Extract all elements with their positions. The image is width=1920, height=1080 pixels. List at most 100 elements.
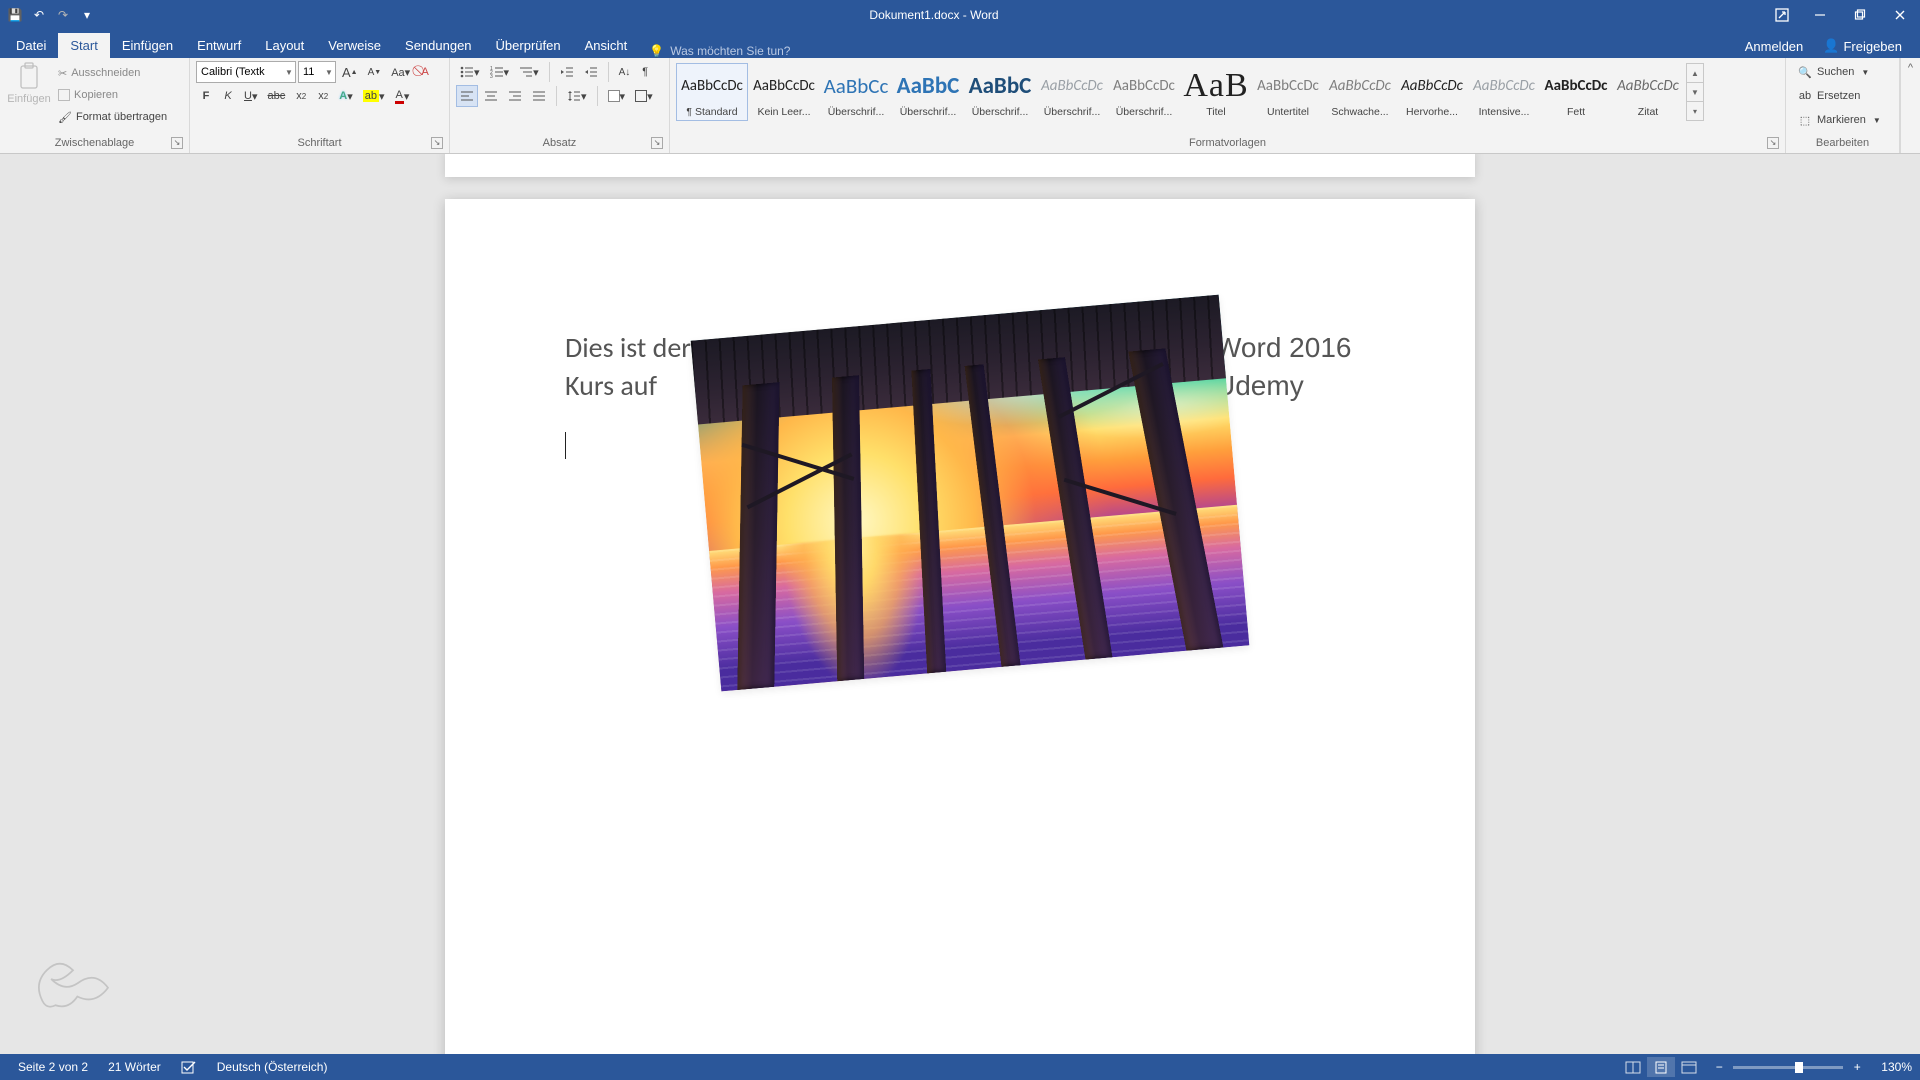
print-layout-button[interactable]	[1647, 1057, 1675, 1077]
minimize-button[interactable]	[1800, 0, 1840, 30]
multilevel-list-button[interactable]: ▾	[515, 61, 543, 83]
align-center-button[interactable]	[480, 85, 502, 107]
style-u4[interactable]: AaBbCcDcÜberschrif...	[1036, 63, 1108, 121]
tab-sendungen[interactable]: Sendungen	[393, 33, 484, 58]
borders-button[interactable]: ▾	[631, 85, 657, 107]
paste-button[interactable]: Einfügen	[6, 61, 52, 107]
font-size-combo[interactable]: ▼	[298, 61, 336, 83]
style-hervorhe[interactable]: AaBbCcDcHervorhe...	[1396, 63, 1468, 121]
style-u1[interactable]: AaBbCcÜberschrif...	[820, 63, 892, 121]
line-spacing-button[interactable]: ▾	[563, 85, 591, 107]
inserted-image[interactable]	[691, 295, 1250, 692]
styles-launcher-icon[interactable]: ↘	[1767, 137, 1779, 149]
text-effects-button[interactable]: A▾	[335, 85, 356, 107]
redo-icon[interactable]: ↷	[52, 4, 74, 26]
chevron-down-icon[interactable]: ▼	[1687, 82, 1703, 101]
tab-einfuegen[interactable]: Einfügen	[110, 33, 185, 58]
page[interactable]: Dies ist der Kurs auf Word 2016 Udemy	[445, 199, 1475, 1054]
collapse-ribbon-button[interactable]: ^	[1900, 58, 1920, 153]
close-button[interactable]	[1880, 0, 1920, 30]
decrease-indent-button[interactable]	[556, 61, 578, 83]
body-text-left[interactable]: Dies ist der Kurs auf	[565, 329, 705, 405]
paragraph-launcher-icon[interactable]: ↘	[651, 137, 663, 149]
page-indicator[interactable]: Seite 2 von 2	[8, 1060, 98, 1074]
font-color-button[interactable]: A▾	[391, 85, 414, 107]
style-zitat[interactable]: AaBbCcDcZitat	[1612, 63, 1684, 121]
tab-ueberpruefen[interactable]: Überprüfen	[484, 33, 573, 58]
ribbon-display-options-icon[interactable]	[1770, 3, 1794, 27]
tell-me-search[interactable]: 💡 Was möchten Sie tun?	[649, 44, 790, 58]
highlight-button[interactable]: ab▾	[359, 85, 389, 107]
tab-ansicht[interactable]: Ansicht	[573, 33, 640, 58]
share-button[interactable]: 👤 Freigeben	[1813, 34, 1912, 58]
undo-icon[interactable]: ↶	[28, 4, 50, 26]
style-titel[interactable]: AaBTitel	[1180, 63, 1252, 121]
clipboard-launcher-icon[interactable]: ↘	[171, 137, 183, 149]
show-marks-button[interactable]: ¶	[636, 61, 654, 83]
style-kein-leer[interactable]: AaBbCcDcKein Leer...	[748, 63, 820, 121]
web-layout-button[interactable]	[1675, 1057, 1703, 1077]
strikethrough-button[interactable]: abc	[263, 85, 289, 107]
body-text-right[interactable]: Word 2016 Udemy	[1215, 329, 1355, 405]
read-mode-button[interactable]	[1619, 1057, 1647, 1077]
align-right-button[interactable]	[504, 85, 526, 107]
italic-button[interactable]: K	[218, 85, 238, 107]
style-intensive[interactable]: AaBbCcDcIntensive...	[1468, 63, 1540, 121]
align-left-button[interactable]	[456, 85, 478, 107]
style-untertitel[interactable]: AaBbCcDcUntertitel	[1252, 63, 1324, 121]
zoom-level[interactable]: 130%	[1871, 1060, 1912, 1074]
language-indicator[interactable]: Deutsch (Österreich)	[207, 1060, 338, 1074]
style-standard[interactable]: AaBbCcDc¶ Standard	[676, 63, 748, 121]
bullets-button[interactable]: ▾	[456, 61, 484, 83]
clear-formatting-button[interactable]: A⃠	[416, 61, 434, 83]
tab-file[interactable]: Datei	[4, 33, 58, 58]
superscript-button[interactable]: x2	[313, 85, 333, 107]
proofing-icon[interactable]	[171, 1060, 207, 1074]
font-launcher-icon[interactable]: ↘	[431, 137, 443, 149]
style-u3[interactable]: AaBbCÜberschrif...	[964, 63, 1036, 121]
font-name-input[interactable]	[197, 66, 283, 78]
increase-indent-button[interactable]	[580, 61, 602, 83]
shading-button[interactable]: ▾	[604, 85, 630, 107]
sort-button[interactable]: A↓	[615, 61, 635, 83]
maximize-button[interactable]	[1840, 0, 1880, 30]
zoom-in-button[interactable]: +	[1849, 1060, 1865, 1074]
tab-verweise[interactable]: Verweise	[316, 33, 393, 58]
zoom-slider[interactable]	[1733, 1066, 1843, 1069]
grow-font-button[interactable]: A▲	[338, 61, 362, 83]
bold-button[interactable]: F	[196, 85, 216, 107]
tab-entwurf[interactable]: Entwurf	[185, 33, 253, 58]
copy-button[interactable]: Kopieren	[54, 85, 171, 105]
styles-more-button[interactable]: ▲▼▾	[1686, 63, 1704, 121]
style-u2[interactable]: AaBbCÜberschrif...	[892, 63, 964, 121]
shrink-font-button[interactable]: A▼	[364, 61, 386, 83]
subscript-button[interactable]: x2	[291, 85, 311, 107]
document-area[interactable]: Dies ist der Kurs auf Word 2016 Udemy	[0, 154, 1920, 1054]
find-button[interactable]: 🔍Suchen▼	[1792, 61, 1893, 83]
style-fett[interactable]: AaBbCcDcFett	[1540, 63, 1612, 121]
justify-button[interactable]	[528, 85, 550, 107]
format-painter-button[interactable]: 🖌 Format übertragen	[54, 107, 171, 127]
change-case-button[interactable]: Aa▾	[387, 61, 414, 83]
tab-layout[interactable]: Layout	[253, 33, 316, 58]
styles-gallery[interactable]: AaBbCcDc¶ StandardAaBbCcDcKein Leer...Aa…	[676, 61, 1779, 121]
replace-button[interactable]: abErsetzen	[1792, 85, 1893, 107]
style-u5[interactable]: AaBbCcDcÜberschrif...	[1108, 63, 1180, 121]
underline-button[interactable]: U▾	[240, 85, 261, 107]
save-icon[interactable]: 💾	[4, 4, 26, 26]
cut-button[interactable]: ✂ Ausschneiden	[54, 63, 171, 83]
numbering-button[interactable]: 123▾	[486, 61, 514, 83]
zoom-out-button[interactable]: −	[1711, 1060, 1727, 1074]
signin-button[interactable]: Anmelden	[1735, 35, 1814, 58]
chevron-down-icon[interactable]: ▼	[283, 68, 295, 77]
word-count[interactable]: 21 Wörter	[98, 1060, 171, 1074]
chevron-down-icon[interactable]: ▼	[323, 68, 335, 77]
style-schwache[interactable]: AaBbCcDcSchwache...	[1324, 63, 1396, 121]
tab-start[interactable]: Start	[58, 33, 109, 58]
font-name-combo[interactable]: ▼	[196, 61, 296, 83]
font-size-input[interactable]	[299, 66, 323, 78]
select-button[interactable]: ⬚Markieren▼	[1792, 109, 1893, 131]
expand-icon[interactable]: ▾	[1687, 101, 1703, 120]
qat-customize-icon[interactable]: ▾	[76, 4, 98, 26]
chevron-up-icon[interactable]: ▲	[1687, 64, 1703, 82]
